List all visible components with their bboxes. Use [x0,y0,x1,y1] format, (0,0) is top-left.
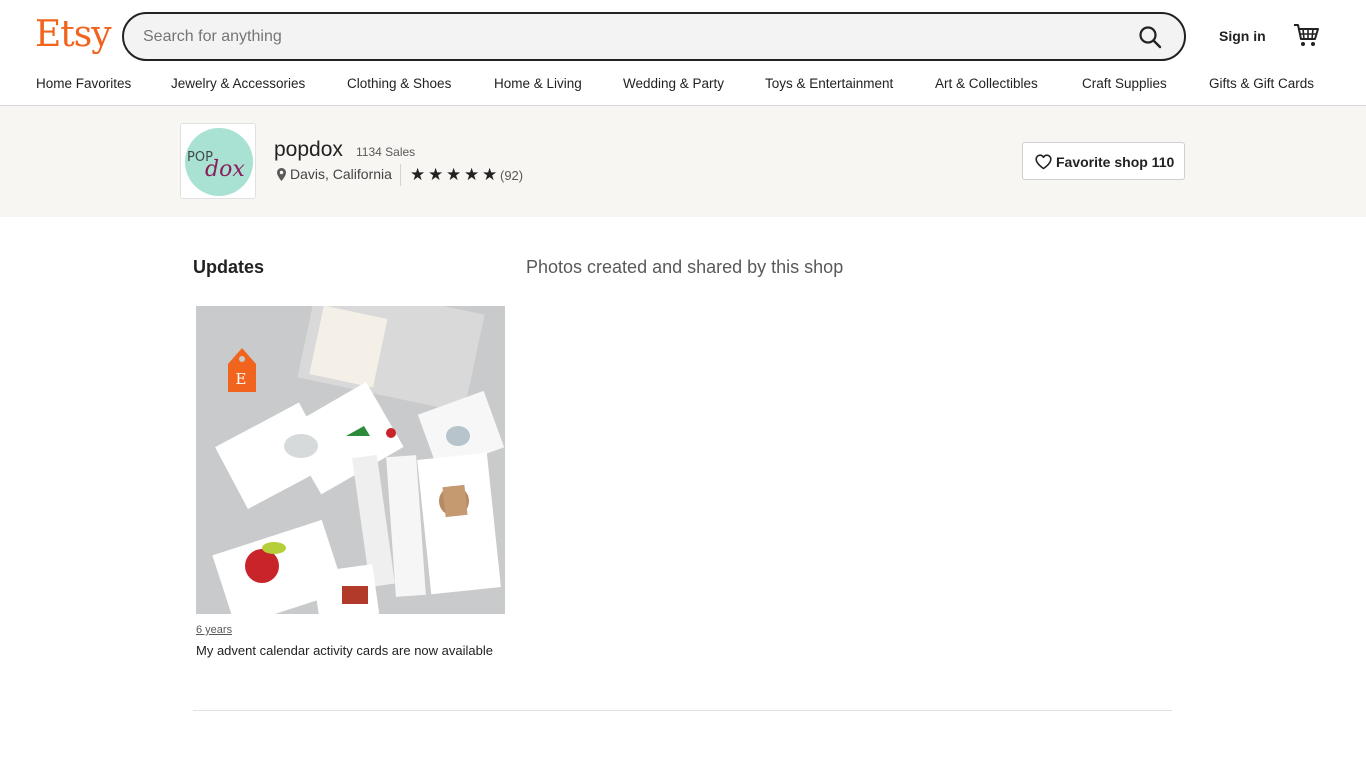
shop-rating-stars[interactable]: ★ ★ ★ ★ ★ [410,165,500,184]
star-icon: ★ [482,165,498,184]
section-divider [193,710,1172,711]
star-icon: ★ [464,165,480,184]
update-photo-image: E [196,306,505,614]
category-craft-supplies[interactable]: Craft Supplies [1082,76,1167,91]
updates-heading: Updates [193,257,265,277]
favorite-shop-label: Favorite shop 110 [1056,154,1175,170]
category-gifts-gift-cards[interactable]: Gifts & Gift Cards [1209,76,1314,91]
shop-location-text: Davis, California [290,166,392,182]
star-icon: ★ [446,165,462,184]
category-home-favorites[interactable]: Home Favorites [36,76,131,91]
updates-subtitle: Photos created and shared by this shop [526,257,844,277]
location-pin-icon [277,168,286,181]
shop-name[interactable]: popdox [274,138,343,162]
star-icon: ★ [428,165,444,184]
update-photo[interactable]: E [196,306,505,614]
search-icon[interactable] [1138,25,1162,49]
shop-avatar[interactable]: POP dox [180,123,256,199]
category-toys-entertainment[interactable]: Toys & Entertainment [765,76,893,91]
category-home-living[interactable]: Home & Living [494,76,582,91]
star-icon: ★ [410,165,426,184]
cart-icon[interactable] [1292,21,1320,49]
category-jewelry-accessories[interactable]: Jewelry & Accessories [171,76,305,91]
category-art-collectibles[interactable]: Art & Collectibles [935,76,1038,91]
etsy-badge-letter: E [236,370,247,388]
favorite-shop-button[interactable]: Favorite shop 110 [1022,142,1185,180]
category-nav: Home Favorites Jewelry & Accessories Clo… [0,76,1366,96]
category-wedding-party[interactable]: Wedding & Party [623,76,724,91]
sign-in-link[interactable]: Sign in [1219,28,1266,44]
search-input[interactable]: Search for anything [143,28,282,46]
heart-icon [1035,154,1052,170]
shop-logo-image: POP dox [181,124,255,198]
search-bar[interactable]: Search for anything [122,12,1186,61]
shop-review-count[interactable]: (92) [500,168,523,183]
shop-sales-count: 1134 Sales [356,145,416,159]
shop-logo-text-dox: dox [205,157,245,182]
divider [400,164,401,186]
update-timestamp[interactable]: 6 years [196,624,232,636]
shop-header: POP dox popdox 1134 Sales Davis, Califor… [0,106,1366,217]
update-caption[interactable]: My advent calendar activity cards are no… [196,643,506,658]
etsy-logo[interactable]: Etsy [35,14,112,55]
category-clothing-shoes[interactable]: Clothing & Shoes [347,76,451,91]
site-header: Etsy Search for anything Sign in Home Fa… [0,0,1366,106]
